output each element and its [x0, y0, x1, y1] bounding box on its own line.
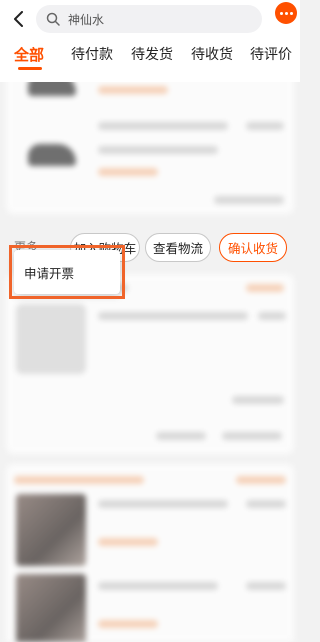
top-bar: 神仙水 全部 待付款 待发货 待收货 待评价	[0, 0, 300, 82]
product-price-line	[258, 312, 286, 320]
order-card	[6, 74, 294, 214]
active-tab-indicator	[18, 67, 42, 70]
product-title-line	[98, 122, 228, 130]
order-card	[6, 464, 294, 642]
more-button[interactable]	[275, 2, 297, 24]
product-title-line	[98, 500, 228, 508]
apply-invoice-option[interactable]: 申请开票	[24, 263, 74, 282]
search-icon	[46, 12, 60, 26]
product-thumbnail	[28, 144, 76, 166]
tab-pending-payment[interactable]: 待付款	[71, 44, 113, 64]
order-tabs: 全部 待付款 待发货 待收货 待评价	[0, 40, 300, 70]
confirm-receipt-button[interactable]: 确认收货	[219, 233, 287, 262]
order-list-background	[0, 74, 300, 642]
product-thumbnail	[16, 574, 86, 642]
order-summary-line	[232, 396, 284, 404]
view-logistics-button[interactable]: 查看物流	[145, 233, 211, 262]
product-price-line	[246, 582, 286, 590]
product-thumbnail	[16, 494, 86, 566]
product-price-line	[246, 122, 284, 130]
chevron-left-icon	[14, 11, 23, 27]
order-summary-line	[214, 196, 284, 204]
tab-pending-review[interactable]: 待评价	[250, 44, 292, 64]
product-tag-line	[98, 620, 158, 628]
product-thumbnail	[16, 304, 86, 374]
product-title-line	[98, 312, 248, 320]
search-input[interactable]: 神仙水	[68, 11, 104, 28]
tab-all[interactable]: 全部	[14, 44, 44, 65]
more-dots-icon	[279, 11, 293, 15]
product-title-line	[98, 146, 218, 154]
shop-name-line	[14, 476, 144, 484]
product-tag-line	[98, 86, 168, 94]
tab-pending-shipment[interactable]: 待发货	[131, 44, 173, 64]
order-action-line	[222, 432, 282, 440]
tab-pending-receipt[interactable]: 待收货	[191, 44, 233, 64]
product-tag-line	[98, 168, 158, 176]
order-card	[6, 274, 294, 454]
more-actions-popup: 申请开票	[14, 250, 120, 294]
back-button[interactable]	[8, 8, 30, 30]
product-price-line	[246, 500, 286, 508]
search-bar[interactable]: 神仙水	[36, 5, 262, 33]
order-action-line	[156, 432, 206, 440]
product-title-line	[98, 582, 218, 590]
order-status-line	[246, 284, 284, 292]
product-tag-line	[98, 538, 158, 546]
order-status-line	[236, 476, 286, 484]
